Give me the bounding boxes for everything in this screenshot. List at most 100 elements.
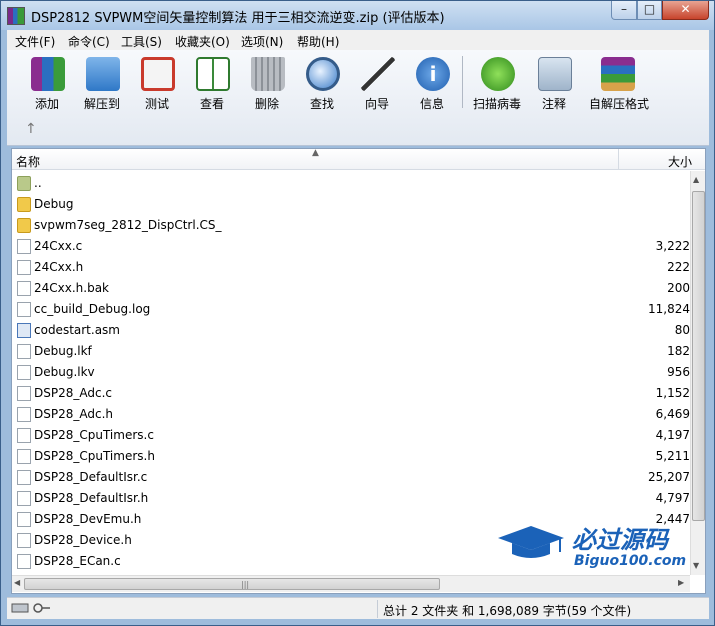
vertical-scrollbar[interactable]: ▲ ▼ bbox=[690, 171, 705, 575]
file-name: DSP28_DevEmu.h bbox=[34, 512, 142, 526]
scroll-grip-icon: ||| bbox=[241, 580, 250, 589]
file-rows: .. Debug svpwm7seg_2812_DispCtrl.CS_ 24Cxx.… bbox=[12, 173, 690, 573]
file-row[interactable]: DSP28_DefaultIsr.c 25,207 bbox=[12, 467, 690, 488]
info-button[interactable]: i 信息 bbox=[404, 55, 460, 115]
scroll-right-icon[interactable]: ▶ bbox=[678, 578, 684, 587]
status-drive-icon bbox=[11, 603, 50, 613]
column-size[interactable]: 大小 bbox=[668, 153, 692, 170]
text-file-icon bbox=[17, 554, 31, 569]
extract-to-button[interactable]: 解压到 bbox=[74, 55, 130, 115]
status-summary: 总计 2 文件夹 和 1,698,089 字节(59 个文件) bbox=[383, 604, 632, 618]
horizontal-scroll-thumb[interactable]: ||| bbox=[24, 578, 440, 590]
file-row[interactable]: Debug bbox=[12, 194, 690, 215]
text-file-icon bbox=[17, 260, 31, 275]
delete-button[interactable]: 删除 bbox=[239, 55, 295, 115]
scroll-left-icon[interactable]: ◀ bbox=[14, 578, 20, 587]
wizard-button[interactable]: 向导 bbox=[349, 55, 405, 115]
file-name: 24Cxx.h.bak bbox=[34, 281, 110, 295]
status-bar: 总计 2 文件夹 和 1,698,089 字节(59 个文件) bbox=[7, 597, 709, 619]
file-row[interactable]: Debug.lkv 956 bbox=[12, 362, 690, 383]
menu-options[interactable]: 选项(N) bbox=[241, 33, 283, 50]
file-row[interactable]: codestart.asm 80 bbox=[12, 320, 690, 341]
file-row[interactable]: DSP28_Adc.c 1,152 bbox=[12, 383, 690, 404]
test-clipboard-icon bbox=[141, 57, 175, 91]
vertical-scroll-thumb[interactable] bbox=[692, 191, 705, 521]
file-row[interactable]: DSP28_CpuTimers.h 5,211 bbox=[12, 446, 690, 467]
file-row[interactable]: DSP28_DefaultIsr.h 4,797 bbox=[12, 488, 690, 509]
text-file-icon bbox=[17, 344, 31, 359]
menu-command[interactable]: 命令(C) bbox=[68, 33, 110, 50]
sfx-archive-icon bbox=[601, 57, 635, 91]
horizontal-scrollbar[interactable]: ◀ ||| ▶ bbox=[12, 575, 690, 592]
comment-label: 注释 bbox=[541, 97, 566, 111]
info-icon: i bbox=[416, 57, 450, 91]
menu-file[interactable]: 文件(F) bbox=[15, 33, 55, 50]
sfx-label: 自解压格式 bbox=[589, 97, 650, 111]
asm-file-icon bbox=[17, 323, 31, 338]
file-name: DSP28_Adc.c bbox=[34, 386, 112, 400]
window-title: DSP2812 SVPWM空间矢量控制算法 用于三相交流逆变.zip (评估版本… bbox=[31, 11, 445, 26]
file-name: Debug bbox=[34, 197, 74, 211]
add-button[interactable]: 添加 bbox=[19, 55, 75, 115]
toolbar: 添加 解压到 测试 查看 删除 查找 向导 i 信息 扫描病毒 注释 自解压格式… bbox=[7, 50, 709, 146]
sfx-button[interactable]: 自解压格式 bbox=[589, 55, 650, 115]
file-name: Debug.lkv bbox=[34, 365, 95, 379]
file-row[interactable]: cc_build_Debug.log 11,824 bbox=[12, 299, 690, 320]
column-name[interactable]: 名称 bbox=[16, 153, 40, 170]
folder-icon bbox=[17, 218, 31, 233]
file-row[interactable]: DSP28_CpuTimers.c 4,197 bbox=[12, 425, 690, 446]
watermark-text: 必过源码 bbox=[572, 526, 668, 554]
maximize-button[interactable]: □ bbox=[637, 1, 662, 20]
file-size: 182 bbox=[667, 344, 690, 358]
file-row[interactable]: 24Cxx.c 3,222 bbox=[12, 236, 690, 257]
file-row[interactable]: svpwm7seg_2812_DispCtrl.CS_ bbox=[12, 215, 690, 236]
file-size: 1,152 bbox=[655, 386, 690, 400]
text-file-icon bbox=[17, 365, 31, 380]
sort-ascending-icon: ▲ bbox=[312, 148, 319, 158]
menu-favorites[interactable]: 收藏夹(O) bbox=[175, 33, 230, 50]
file-row[interactable]: 24Cxx.h 222 bbox=[12, 257, 690, 278]
file-name: cc_build_Debug.log bbox=[34, 302, 151, 316]
find-button[interactable]: 查找 bbox=[294, 55, 350, 115]
scroll-up-icon[interactable]: ▲ bbox=[693, 175, 699, 184]
view-button[interactable]: 查看 bbox=[184, 55, 240, 115]
file-row[interactable]: 24Cxx.h.bak 200 bbox=[12, 278, 690, 299]
graduation-cap-icon bbox=[498, 526, 564, 558]
add-archive-icon bbox=[31, 57, 65, 91]
extract-to-label: 解压到 bbox=[83, 97, 120, 111]
file-size: 4,197 bbox=[655, 428, 690, 442]
winrar-app-icon[interactable] bbox=[7, 7, 25, 25]
find-label: 查找 bbox=[309, 97, 334, 111]
trash-icon bbox=[251, 57, 285, 91]
file-name: .. bbox=[34, 176, 42, 190]
test-label: 测试 bbox=[144, 97, 169, 111]
file-row[interactable]: Debug.lkf 182 bbox=[12, 341, 690, 362]
text-file-icon bbox=[17, 491, 31, 506]
text-file-icon bbox=[17, 512, 31, 527]
minimize-button[interactable]: – bbox=[611, 1, 637, 20]
test-button[interactable]: 测试 bbox=[129, 55, 185, 115]
file-name: DSP28_Adc.h bbox=[34, 407, 113, 421]
file-row[interactable]: .. bbox=[12, 173, 690, 194]
close-button[interactable]: ✕ bbox=[662, 1, 709, 20]
delete-label: 删除 bbox=[254, 97, 279, 111]
text-file-icon bbox=[17, 302, 31, 317]
menu-help[interactable]: 帮助(H) bbox=[297, 33, 339, 50]
file-name: svpwm7seg_2812_DispCtrl.CS_ bbox=[34, 218, 222, 232]
comment-button[interactable]: 注释 bbox=[526, 55, 582, 115]
file-name: DSP28_CpuTimers.c bbox=[34, 428, 154, 442]
title-bar[interactable]: DSP2812 SVPWM空间矢量控制算法 用于三相交流逆变.zip (评估版本… bbox=[1, 1, 714, 30]
menu-tools[interactable]: 工具(S) bbox=[121, 33, 162, 50]
column-splitter[interactable] bbox=[618, 149, 619, 170]
file-size: 222 bbox=[667, 260, 690, 274]
text-file-icon bbox=[17, 533, 31, 548]
view-label: 查看 bbox=[199, 97, 224, 111]
file-row[interactable]: DSP28_Adc.h 6,469 bbox=[12, 404, 690, 425]
wizard-wand-icon bbox=[361, 57, 395, 91]
file-name: DSP28_ECan.c bbox=[34, 554, 121, 568]
up-folder-arrow-icon[interactable]: ↑ bbox=[25, 121, 37, 137]
file-name: DSP28_DefaultIsr.c bbox=[34, 470, 148, 484]
file-name: DSP28_DefaultIsr.h bbox=[34, 491, 149, 505]
virus-scan-button[interactable]: 扫描病毒 bbox=[469, 55, 525, 115]
extract-folder-icon bbox=[86, 57, 120, 91]
